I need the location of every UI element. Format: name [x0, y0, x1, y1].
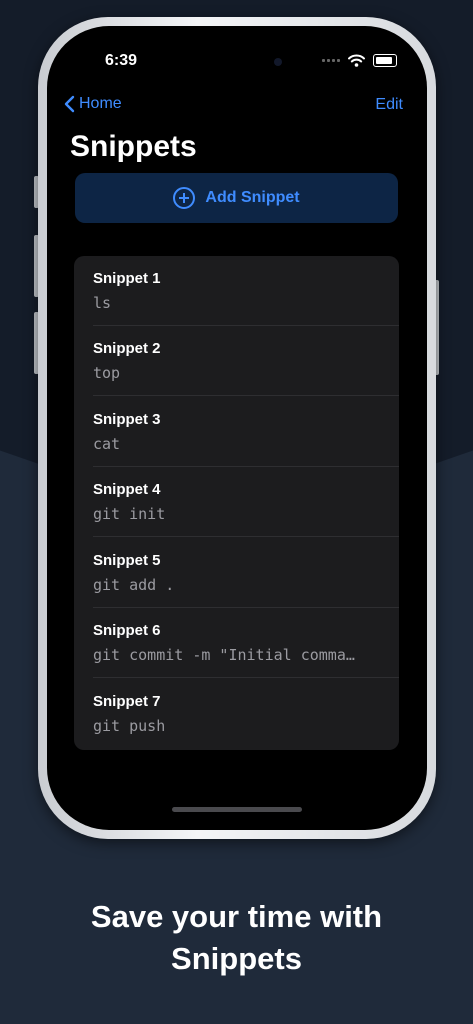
snippet-row[interactable]: Snippet 5 git add . — [74, 538, 399, 608]
caption-line-2: Snippets — [171, 941, 302, 976]
row-divider — [93, 395, 399, 396]
snippet-command: git add . — [93, 576, 175, 594]
snippet-command: git commit -m "Initial comma… — [93, 646, 355, 664]
snippet-title: Snippet 5 — [93, 552, 161, 569]
row-divider — [93, 677, 399, 678]
phone-screen: 6:39 Home Edit Snippets Add Snippet Snip… — [47, 26, 427, 830]
plus-circle-icon — [173, 187, 196, 209]
snippet-command: ls — [93, 294, 112, 312]
status-time: 6:39 — [105, 52, 138, 69]
snippet-command: git init — [93, 505, 166, 523]
snippet-title: Snippet 3 — [93, 411, 161, 428]
battery-icon — [373, 54, 397, 67]
snippet-command: git push — [93, 717, 166, 735]
page-title: Snippets — [70, 130, 197, 163]
add-snippet-button[interactable]: Add Snippet — [75, 173, 398, 223]
snippet-title: Snippet 4 — [93, 481, 161, 498]
snippet-title: Snippet 7 — [93, 693, 161, 710]
caption-line-1: Save your time with — [90, 899, 383, 934]
signal-icon — [322, 59, 340, 62]
back-label: Home — [79, 95, 122, 112]
home-indicator[interactable] — [172, 807, 302, 812]
snippet-list: Snippet 1 ls Snippet 2 top Snippet 3 cat… — [74, 256, 399, 750]
marketing-caption: Save your time with Snippets — [0, 896, 473, 980]
snippet-row[interactable]: Snippet 6 git commit -m "Initial comma… — [74, 608, 399, 678]
snippet-title: Snippet 1 — [93, 270, 161, 287]
snippet-title: Snippet 6 — [93, 622, 161, 639]
back-button[interactable]: Home — [63, 95, 122, 113]
wifi-icon — [348, 54, 365, 67]
row-divider — [93, 536, 399, 537]
snippet-command: top — [93, 364, 121, 382]
status-icons — [322, 54, 397, 67]
snippet-row[interactable]: Snippet 4 git init — [74, 467, 399, 537]
snippet-row[interactable]: Snippet 2 top — [74, 326, 399, 396]
snippet-row[interactable]: Snippet 7 git push — [74, 679, 399, 749]
chevron-left-icon — [64, 95, 75, 113]
snippet-row[interactable]: Snippet 3 cat — [74, 397, 399, 467]
camera-dot — [274, 58, 282, 66]
add-snippet-label: Add Snippet — [205, 189, 300, 206]
edit-button[interactable]: Edit — [375, 96, 403, 114]
snippet-title: Snippet 2 — [93, 340, 161, 357]
snippet-row[interactable]: Snippet 1 ls — [74, 256, 399, 326]
snippet-command: cat — [93, 435, 121, 453]
